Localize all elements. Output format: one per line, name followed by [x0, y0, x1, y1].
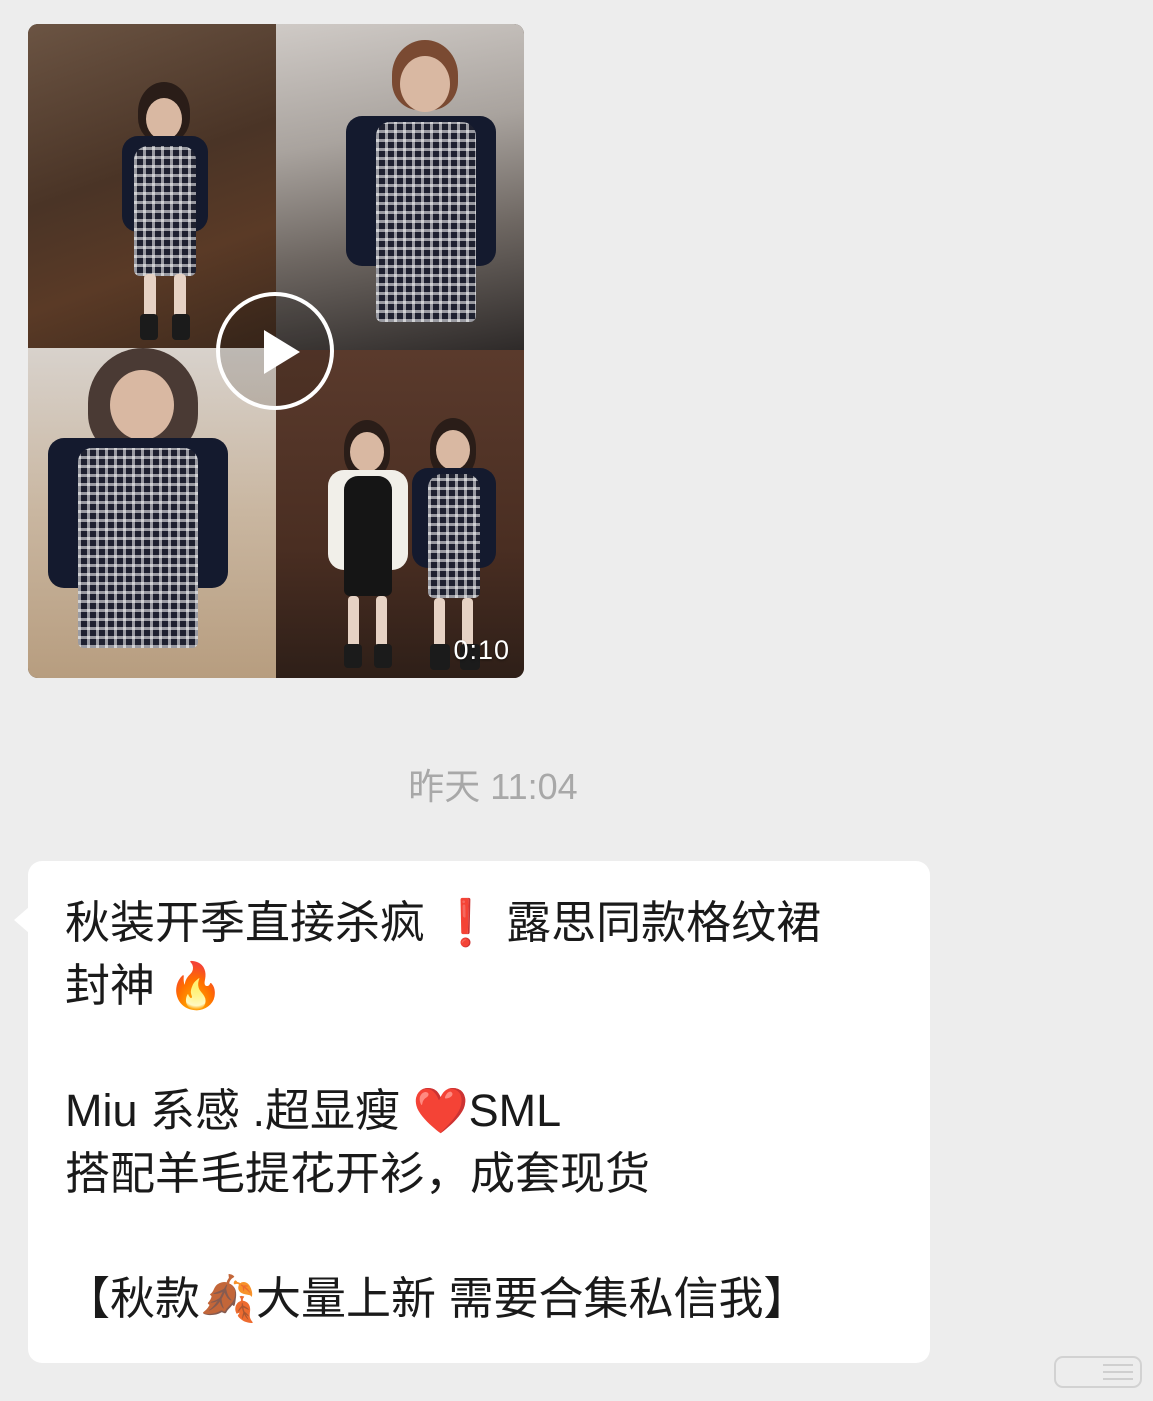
message-text: 封神	[65, 960, 156, 1011]
message-text: 搭配羊毛提花开衫，成套现货	[65, 1148, 651, 1199]
person-figure	[412, 418, 496, 672]
message-text: 【秋款	[65, 1273, 201, 1324]
message-line: Miu 系感 .超显瘦 ❤️SML	[65, 1079, 890, 1142]
message-line: 封神 🔥	[65, 954, 890, 1017]
scroll-handle-icon[interactable]	[1053, 1355, 1143, 1389]
person-figure	[116, 82, 216, 342]
message-text: 露思同款格纹裙	[493, 897, 822, 948]
exclamation-icon: ❗	[437, 896, 494, 949]
video-duration: 0:10	[453, 635, 510, 665]
message-text: Miu 系感 .超显瘦	[65, 1085, 413, 1136]
message-timestamp: 昨天 11:04	[408, 766, 578, 807]
play-button[interactable]	[216, 292, 334, 410]
bubble-tail	[14, 907, 29, 933]
video-message[interactable]: 0:10	[28, 24, 524, 678]
message-text: 秋装开季直接杀疯	[65, 897, 426, 948]
fallen-leaf-icon: 🍂	[200, 1272, 257, 1325]
person-figure	[328, 420, 408, 670]
message-text: 大量上新 需要合集私信我】	[256, 1273, 809, 1324]
red-heart-icon: ❤️	[412, 1084, 469, 1137]
play-icon	[264, 330, 300, 374]
fire-icon: 🔥	[167, 959, 224, 1012]
text-message-bubble[interactable]: 秋装开季直接杀疯 ❗ 露思同款格纹裙 封神 🔥 Miu 系感 .超显瘦 ❤️SM…	[28, 861, 930, 1363]
person-figure	[48, 348, 238, 678]
message-line: 【秋款🍂大量上新 需要合集私信我】	[65, 1267, 890, 1330]
person-figure	[346, 40, 506, 350]
message-line: 秋装开季直接杀疯 ❗ 露思同款格纹裙	[65, 891, 890, 954]
message-line: 搭配羊毛提花开衫，成套现货	[65, 1142, 890, 1205]
message-text: SML	[468, 1085, 562, 1136]
